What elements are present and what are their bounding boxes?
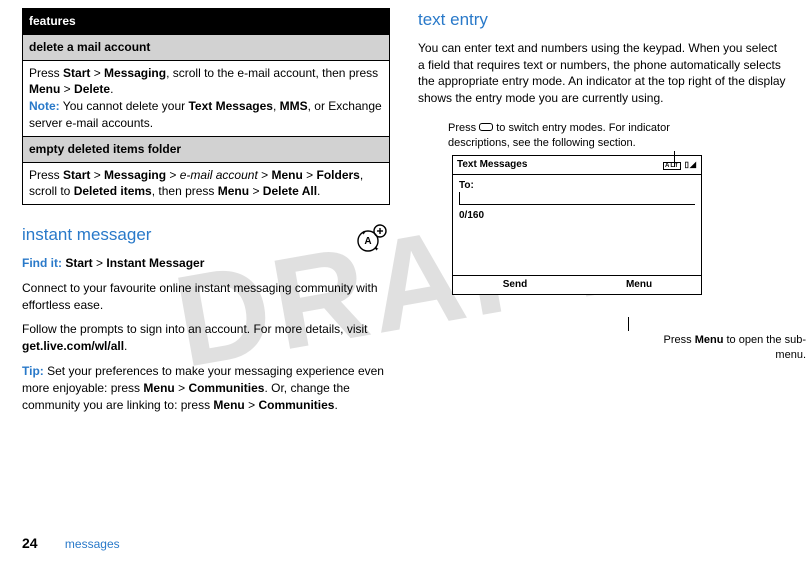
phone-char-count: 0/160: [459, 209, 695, 223]
phone-body: To: 0/160: [453, 175, 701, 275]
page-number: 24: [22, 535, 38, 551]
phone-to-label: To:: [459, 179, 695, 193]
phone-status-icons: ALT ▯◢: [663, 159, 697, 170]
phone-title: Text Messages: [457, 158, 527, 172]
svg-text:A: A: [364, 236, 371, 247]
row-delete-mail-head: delete a mail account: [23, 34, 390, 60]
svg-text:✦: ✦: [361, 230, 366, 237]
key-icon: [479, 123, 493, 131]
page-footer: 24 messages: [22, 534, 120, 554]
row-delete-mail-body: Press Start > Messaging, scroll to the e…: [23, 60, 390, 136]
note-label: Note:: [29, 99, 60, 113]
phone-titlebar: Text Messages ALT ▯◢: [453, 156, 701, 175]
phone-caption-top: Press to switch entry modes. For indicat…: [448, 121, 708, 152]
softkey-send: Send: [453, 276, 577, 294]
im-badge-icon: A ✦ ✦: [356, 223, 390, 253]
phone-to-field: [459, 193, 695, 205]
phone-screen: Text Messages ALT ▯◢ To: 0/160 Send Menu: [452, 155, 702, 295]
phone-caption-bottom: Press Menu to open the sub-menu.: [646, 333, 806, 364]
features-header: features: [23, 9, 390, 35]
phone-diagram: Press to switch entry modes. For indicat…: [452, 155, 786, 295]
features-table: features delete a mail account Press Sta…: [22, 8, 390, 205]
softkey-menu: Menu: [577, 276, 701, 294]
right-column: text entry You can enter text and number…: [418, 8, 786, 421]
leader-line-top: [674, 151, 675, 167]
te-heading: text entry: [418, 8, 786, 32]
text-cursor-icon: [459, 192, 460, 204]
row-empty-deleted-body: Press Start > Messaging > e-mail account…: [23, 162, 390, 205]
im-tip: Tip: Set your preferences to make your m…: [22, 363, 390, 413]
im-heading: instant messager A ✦ ✦: [22, 223, 390, 247]
row-empty-deleted-head: empty deleted items folder: [23, 136, 390, 162]
im-body-2: Follow the prompts to sign into an accou…: [22, 321, 390, 355]
im-body-1: Connect to your favourite online instant…: [22, 280, 390, 314]
phone-softkeys: Send Menu: [453, 275, 701, 294]
page-columns: features delete a mail account Press Sta…: [0, 0, 808, 421]
im-findit: Find it: Start > Instant Messager: [22, 255, 390, 272]
page-section: messages: [65, 537, 120, 551]
te-body-1: You can enter text and numbers using the…: [418, 40, 786, 107]
left-column: features delete a mail account Press Sta…: [22, 8, 390, 421]
svg-text:✦: ✦: [374, 246, 379, 253]
leader-line-bottom: [628, 317, 629, 331]
